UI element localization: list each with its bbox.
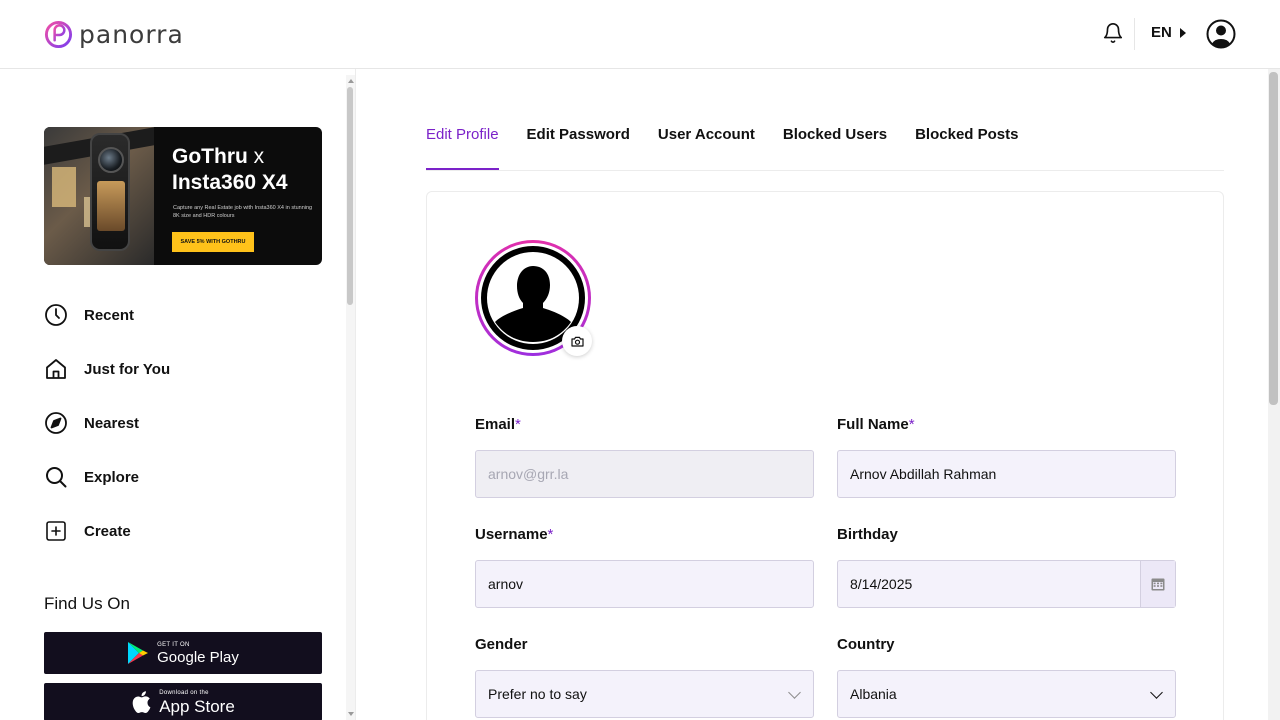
gender-select[interactable]: Prefer no to say	[475, 670, 814, 718]
store-small-text: Download on the	[159, 689, 209, 696]
navigation-icon	[45, 412, 67, 434]
birthday-label: Birthday	[837, 526, 898, 543]
change-photo-button[interactable]	[562, 326, 592, 356]
full-name-label: Full Name*	[837, 416, 915, 433]
profile-tabs: Edit Profile Edit Password User Account …	[426, 113, 1224, 171]
full-name-group: Full Name* Arnov Abdillah Rahman	[837, 416, 1176, 498]
birthday-value: 8/14/2025	[850, 576, 913, 592]
email-group: Email* arnov@grr.la	[475, 416, 814, 498]
logo-text: panorra	[79, 20, 184, 49]
sidebar-item-label: Explore	[84, 468, 140, 486]
bell-icon[interactable]	[1102, 21, 1124, 45]
sidebar-item-label: Nearest	[84, 414, 140, 432]
calendar-icon	[1151, 578, 1165, 591]
tab-user-account[interactable]: User Account	[658, 113, 755, 170]
scroll-down-arrow-icon[interactable]	[348, 712, 354, 716]
username-field[interactable]: arnov	[475, 560, 814, 608]
country-group: Country Albania	[837, 636, 1176, 718]
app-store-button[interactable]: Download on the App Store	[44, 683, 322, 720]
apple-icon	[132, 691, 151, 713]
camera-icon	[570, 336, 584, 347]
birthday-field[interactable]: 8/14/2025	[837, 560, 1176, 608]
language-label: EN	[1151, 24, 1172, 41]
gender-label: Gender	[475, 636, 528, 653]
sidebar-nav: Recent Just for You Nearest Explore Crea…	[44, 288, 324, 558]
chevron-down-icon	[788, 686, 801, 699]
birthday-group: Birthday 8/14/2025	[837, 526, 1176, 608]
email-label: Email*	[475, 416, 521, 433]
sidebar-item-just-for-you[interactable]: Just for You	[44, 342, 324, 396]
sidebar-item-label: Recent	[84, 306, 135, 324]
full-name-field[interactable]: Arnov Abdillah Rahman	[837, 450, 1176, 498]
ad-banner[interactable]: GoThru x Insta360 X4 Capture any Real Es…	[44, 127, 322, 265]
tab-edit-profile[interactable]: Edit Profile	[426, 113, 499, 170]
header-divider	[1134, 18, 1135, 50]
sidebar-item-label: Just for You	[84, 360, 171, 378]
edit-profile-card: Email* arnov@grr.la Full Name* Arnov Abd…	[426, 191, 1224, 720]
banner-cta-button[interactable]: SAVE 5% WITH GOTHRU	[172, 232, 254, 252]
google-play-button[interactable]: GET IT ON Google Play	[44, 632, 322, 674]
home-icon	[46, 359, 66, 379]
sidebar-item-nearest[interactable]: Nearest	[44, 396, 324, 450]
email-field: arnov@grr.la	[475, 450, 814, 498]
store-small-text: GET IT ON	[157, 641, 190, 648]
page-scrollbar-thumb[interactable]	[1269, 72, 1278, 405]
chevron-down-icon	[1150, 686, 1163, 699]
google-play-icon	[128, 642, 149, 664]
plus-square-icon	[46, 521, 66, 541]
tab-blocked-posts[interactable]: Blocked Posts	[915, 113, 1018, 170]
store-big-text: App Store	[159, 696, 235, 716]
sidebar-item-label: Create	[84, 522, 131, 540]
sidebar-scrollbar-thumb[interactable]	[347, 87, 353, 305]
panorra-logo-icon	[44, 20, 73, 49]
caret-right-icon	[1179, 27, 1186, 38]
country-label: Country	[837, 636, 895, 653]
banner-title-line2: Insta360 X4	[172, 171, 288, 194]
main-content: Edit Profile Edit Password User Account …	[356, 69, 1268, 720]
top-header: panorra EN	[0, 0, 1280, 69]
search-icon	[46, 467, 67, 488]
sidebar-item-recent[interactable]: Recent	[44, 288, 324, 342]
gender-group: Gender Prefer no to say	[475, 636, 814, 718]
store-big-text: Google Play	[157, 648, 239, 666]
banner-subtitle: Capture any Real Estate job with Insta36…	[173, 205, 313, 219]
user-circle-icon[interactable]	[1206, 19, 1236, 49]
find-us-heading: Find Us On	[44, 594, 130, 613]
sidebar-item-explore[interactable]: Explore	[44, 450, 324, 504]
sidebar: GoThru x Insta360 X4 Capture any Real Es…	[0, 69, 356, 720]
username-group: Username* arnov	[475, 526, 814, 608]
tab-blocked-users[interactable]: Blocked Users	[783, 113, 887, 170]
country-value: Albania	[850, 686, 897, 702]
country-select[interactable]: Albania	[837, 670, 1176, 718]
username-label: Username*	[475, 526, 554, 543]
gender-value: Prefer no to say	[488, 686, 587, 702]
clock-icon	[45, 304, 67, 326]
sidebar-item-create[interactable]: Create	[44, 504, 324, 558]
panorra-logo[interactable]: panorra	[44, 20, 184, 49]
language-selector[interactable]: EN	[1151, 24, 1186, 41]
camera-image	[90, 133, 130, 251]
scroll-up-arrow-icon[interactable]	[348, 79, 354, 83]
tab-edit-password[interactable]: Edit Password	[527, 113, 630, 170]
calendar-button[interactable]	[1140, 561, 1175, 607]
banner-title: GoThru x	[172, 145, 265, 168]
